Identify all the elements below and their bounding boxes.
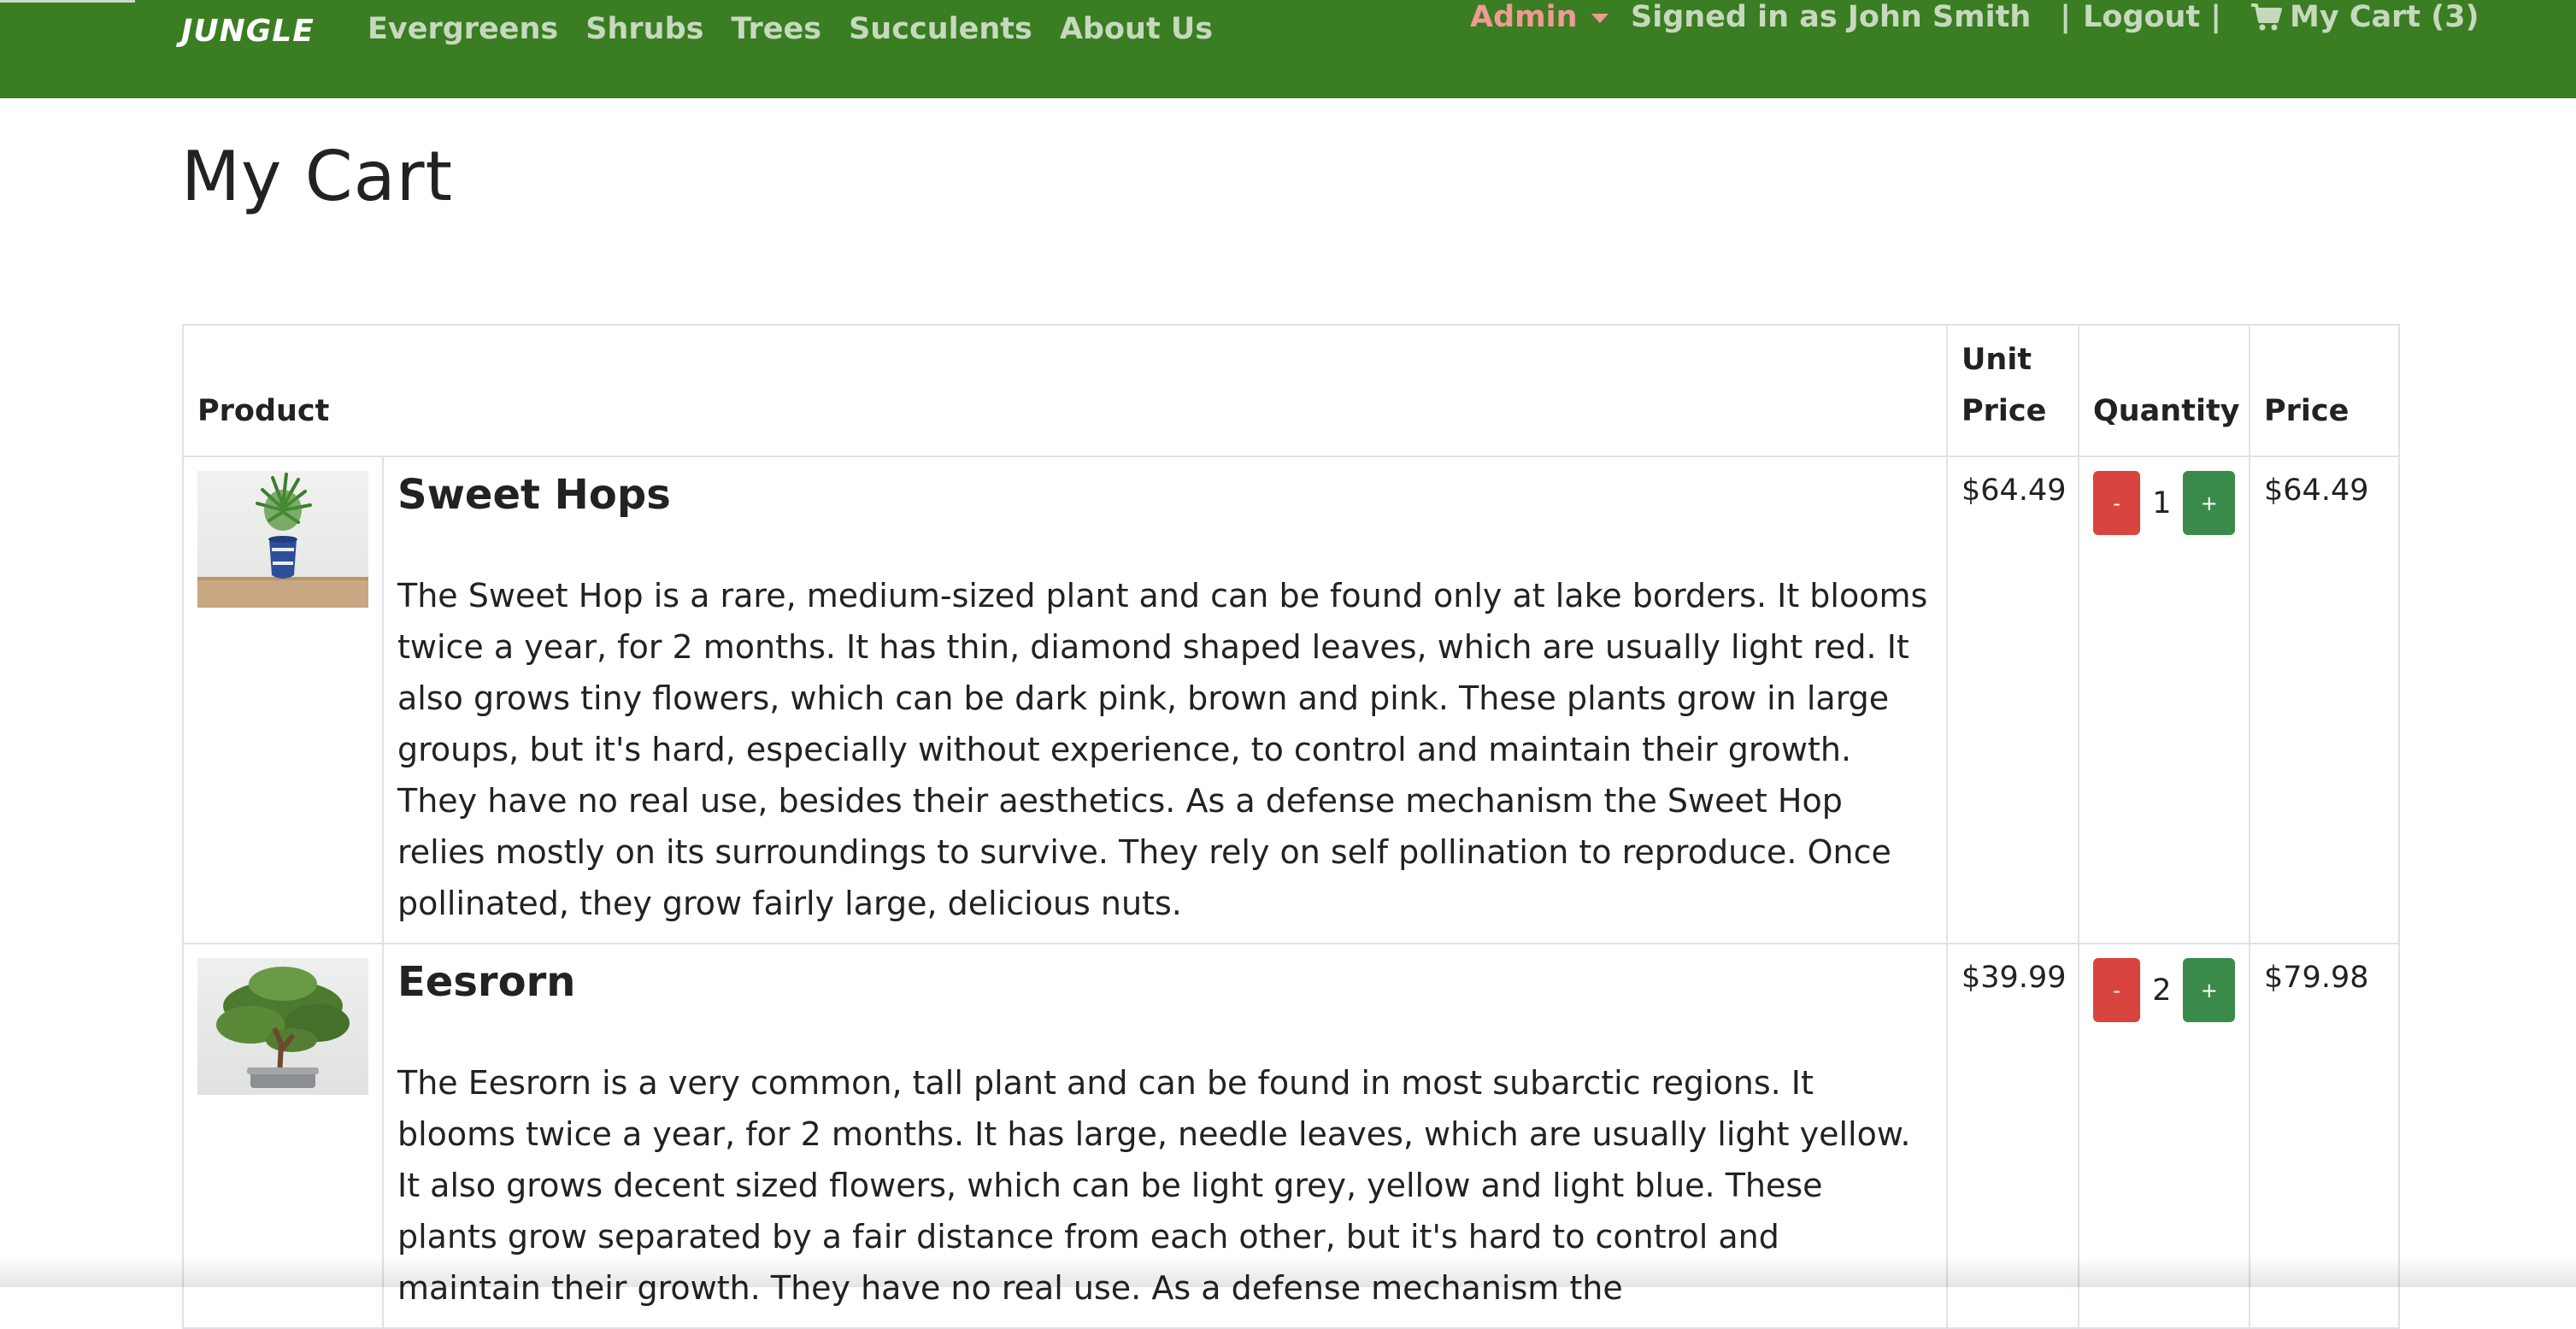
caret-down-icon	[1591, 13, 1609, 23]
quantity-cell: - 1 +	[2078, 456, 2251, 944]
logout-link[interactable]: Logout	[2083, 0, 2200, 34]
bottom-shadow	[0, 1256, 2576, 1287]
nav-link-shrubs[interactable]: Shrubs	[585, 12, 703, 46]
my-cart-label: My Cart (3)	[2290, 0, 2479, 34]
nav-link-about-us[interactable]: About Us	[1060, 12, 1213, 46]
separator: |	[2060, 0, 2072, 34]
increase-quantity-button[interactable]: +	[2183, 471, 2236, 535]
quantity-value: 1	[2152, 485, 2172, 520]
admin-dropdown[interactable]: Admin	[1470, 0, 1609, 34]
table-header-row: Product Unit Price Quantity Price	[181, 324, 2401, 457]
my-cart-link[interactable]: My Cart (3)	[2250, 0, 2479, 34]
product-image-cell	[182, 456, 384, 944]
brand-logo[interactable]: JUNGLE	[181, 14, 315, 49]
product-info-cell: Sweet Hops The Sweet Hop is a rare, medi…	[381, 456, 1949, 944]
line-price: $64.49	[2249, 456, 2401, 944]
quantity-value: 2	[2152, 973, 2172, 1008]
nav-link-succulents[interactable]: Succulents	[849, 12, 1032, 46]
admin-label: Admin	[1470, 0, 1578, 34]
separator: |	[2210, 0, 2221, 34]
cart-table: Product Unit Price Quantity Price Sweet …	[181, 324, 2401, 1329]
unit-price-header: Unit Price	[1946, 324, 2080, 457]
product-description: The Sweet Hop is a rare, medium-sized pl…	[397, 577, 1928, 922]
unit-price: $64.49	[1946, 456, 2080, 944]
price-header: Price	[2249, 324, 2401, 457]
top-edge-stub	[0, 0, 135, 3]
navbar: JUNGLE Evergreens Shrubs Trees Succulent…	[0, 0, 2576, 98]
shopping-cart-icon	[2251, 3, 2282, 31]
product-image	[197, 958, 368, 1095]
quantity-header: Quantity	[2078, 324, 2251, 457]
product-name[interactable]: Sweet Hops	[397, 471, 1932, 519]
table-row: Sweet Hops The Sweet Hop is a rare, medi…	[182, 456, 2401, 944]
decrease-quantity-button[interactable]: -	[2093, 471, 2141, 535]
product-name[interactable]: Eesrorn	[397, 958, 1932, 1006]
user-area: Signed in as John Smith | Logout | My Ca…	[1631, 0, 2479, 34]
decrease-quantity-button[interactable]: -	[2093, 958, 2141, 1022]
page-title: My Cart	[181, 137, 453, 216]
signed-in-text: Signed in as John Smith	[1631, 0, 2032, 34]
product-header: Product	[181, 324, 1949, 457]
quantity-stepper: - 2 +	[2093, 958, 2236, 1022]
nav-links: Evergreens Shrubs Trees Succulents About…	[368, 12, 1213, 46]
increase-quantity-button[interactable]: +	[2183, 958, 2236, 1022]
quantity-stepper: - 1 +	[2093, 471, 2236, 535]
nav-link-trees[interactable]: Trees	[731, 12, 821, 46]
product-image	[197, 471, 368, 608]
nav-link-evergreens[interactable]: Evergreens	[368, 12, 558, 46]
